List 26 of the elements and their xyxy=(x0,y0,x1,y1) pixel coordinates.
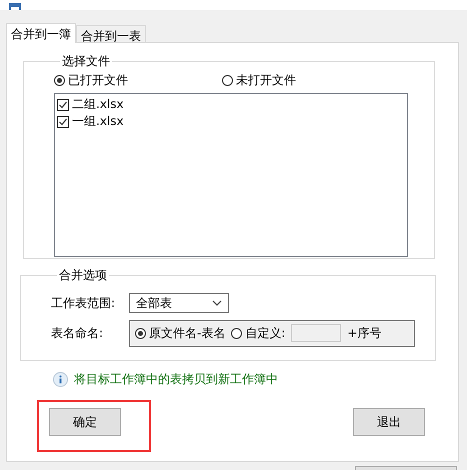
radio-label: 未打开文件 xyxy=(236,72,296,89)
file-name: 二组.xlsx xyxy=(72,96,124,113)
info-icon xyxy=(53,372,68,387)
suffix-label: +序号 xyxy=(347,324,382,342)
radio-label: 自定义: xyxy=(245,324,286,342)
group-title: 选择文件 xyxy=(61,53,111,70)
checkbox[interactable] xyxy=(57,116,69,128)
radio-option[interactable]: 未打开文件 xyxy=(222,72,390,89)
info-text: 将目标工作簿中的表拷贝到新工作簿中 xyxy=(74,371,278,388)
group-title: 合并选项 xyxy=(58,267,108,284)
input-field[interactable] xyxy=(291,324,342,342)
radio-option[interactable]: 原文件名-表名 xyxy=(135,324,226,342)
radio-option[interactable]: 自定义: xyxy=(231,324,286,342)
file-name: 一组.xlsx xyxy=(72,113,124,130)
radio-label: 原文件名-表名 xyxy=(149,324,226,342)
tab[interactable]: 合并到一簿 xyxy=(6,23,76,43)
checkbox[interactable] xyxy=(57,98,69,110)
field-label: 表名命名: xyxy=(51,324,104,342)
chevron-down-icon xyxy=(212,300,222,306)
tab[interactable]: 合并到一表 xyxy=(76,25,146,42)
range-dropdown[interactable]: 全部表 xyxy=(129,293,229,313)
radio-label: 已打开文件 xyxy=(68,72,128,89)
radio-option[interactable]: 已打开文件 xyxy=(54,72,222,89)
dialog-button[interactable]: 退出 xyxy=(353,408,425,436)
field-label: 工作表范围: xyxy=(51,294,116,312)
dialog-button[interactable]: 确定 xyxy=(49,408,121,436)
